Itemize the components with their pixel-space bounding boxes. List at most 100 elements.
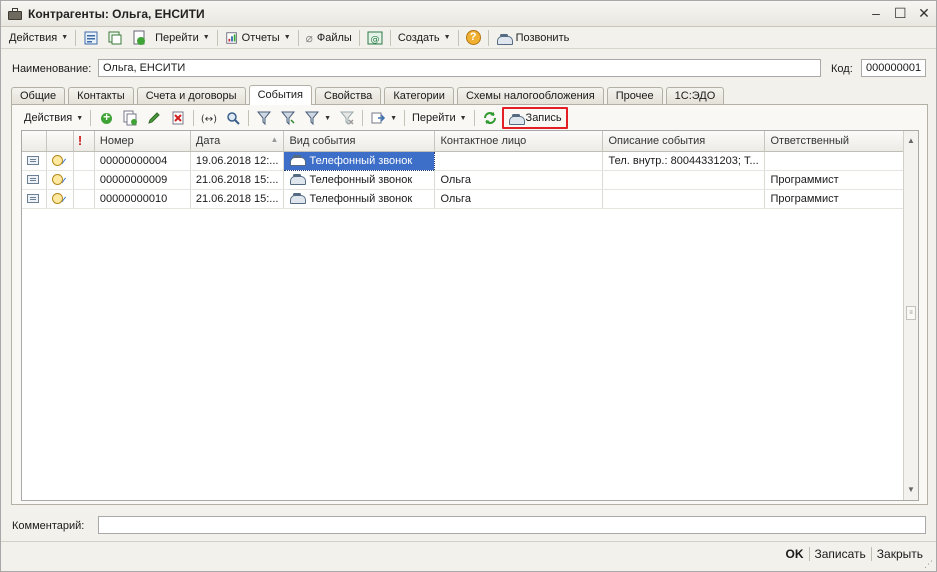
- tab-events[interactable]: События: [248, 85, 312, 105]
- search-button[interactable]: [221, 108, 245, 128]
- vertical-scrollbar[interactable]: ▲ ≡ ▼: [903, 131, 918, 500]
- clock-icon: [51, 192, 63, 204]
- column-header-contact[interactable]: Контактное лицо: [434, 131, 604, 152]
- toolbar-separator: [248, 110, 250, 126]
- comment-input[interactable]: [98, 516, 926, 534]
- files-button[interactable]: ⌀ Файлы: [302, 28, 356, 48]
- telephone-icon: [496, 33, 513, 45]
- row-date: 19.06.2018 12:...: [190, 151, 285, 171]
- column-header-status[interactable]: [46, 131, 74, 152]
- table-row[interactable]: ✓ 00000000010 21.06.2018 15:... Телефонн…: [22, 189, 914, 209]
- row-contact: [434, 151, 604, 171]
- hierarchy-icon: (↔): [201, 114, 217, 125]
- tab-categories[interactable]: Категории: [384, 87, 454, 105]
- close-form-button[interactable]: Закрыть: [872, 547, 928, 561]
- resize-grip-icon[interactable]: ⋰: [924, 559, 934, 569]
- table-row[interactable]: ✓ 00000000004 19.06.2018 12:... Телефонн…: [22, 150, 914, 171]
- footer-buttons: OK Записать Закрыть: [781, 547, 929, 561]
- events-table: ! Номер Дата ▲ Вид события Контактное лиц…: [21, 130, 919, 501]
- toolbar-separator: [473, 110, 475, 126]
- row-doc-icon-cell: [22, 151, 47, 171]
- name-input[interactable]: Ольга, ЕНСИТИ: [98, 59, 821, 77]
- telephone-icon: [289, 174, 307, 185]
- close-button[interactable]: ✕: [918, 6, 930, 20]
- sort-ascending-icon: ▲: [270, 134, 279, 144]
- filter-by-value-button[interactable]: [276, 108, 300, 128]
- help-button[interactable]: ?: [462, 28, 485, 48]
- email-button[interactable]: @: [363, 28, 387, 48]
- row-event-type[interactable]: Телефонный звонок: [283, 170, 436, 190]
- filter-button[interactable]: [252, 108, 276, 128]
- toolbar-separator: [358, 29, 360, 46]
- row-doc-icon-cell: [22, 189, 47, 209]
- tab-tax-schemes[interactable]: Схемы налогообложения: [456, 87, 604, 105]
- edit-button[interactable]: [142, 108, 166, 128]
- main-toolbar: Действия ▼ Перейти ▼ Отчеты ▼ ⌀ Файлы @ Созд…: [1, 27, 936, 49]
- row-doc-icon-cell: [22, 170, 47, 190]
- scroll-up-icon[interactable]: ▲: [904, 133, 918, 149]
- refresh-button[interactable]: [478, 108, 502, 128]
- row-status-cell: ✓: [46, 170, 74, 190]
- add-button[interactable]: [94, 108, 118, 128]
- row-responsible: Программист: [764, 189, 914, 209]
- filter-history-button[interactable]: ▼: [300, 108, 335, 128]
- reports-menu-button[interactable]: Отчеты ▼: [221, 28, 295, 48]
- actions-menu-button[interactable]: Действия ▼: [5, 28, 72, 48]
- send-menu-button[interactable]: ▼: [366, 108, 401, 128]
- maximize-button[interactable]: ☐: [894, 6, 907, 20]
- important-icon: !: [77, 133, 83, 149]
- create-menu-button[interactable]: Создать ▼: [394, 28, 455, 48]
- tab-general[interactable]: Общие: [11, 87, 66, 105]
- list-button[interactable]: [79, 28, 103, 48]
- column-header-date[interactable]: Дата ▲: [190, 131, 285, 152]
- row-date: 21.06.2018 15:...: [190, 189, 285, 209]
- copy-button[interactable]: [103, 28, 127, 48]
- briefcase-icon: [8, 7, 22, 20]
- scroll-thumb[interactable]: ≡: [906, 306, 916, 320]
- telephone-icon: [289, 155, 307, 166]
- ok-button[interactable]: OK: [781, 547, 809, 561]
- row-date: 21.06.2018 15:...: [190, 170, 285, 190]
- row-event-type[interactable]: Телефонный звонок: [283, 150, 436, 171]
- row-status-cell: ✓: [46, 151, 74, 171]
- minimize-button[interactable]: –: [870, 6, 882, 20]
- events-panel: Действия▼ (↔) ▼ ▼ Перейти▼ Запись: [11, 104, 928, 505]
- copy-icon: [123, 110, 138, 126]
- events-actions-menu-button[interactable]: Действия ▼: [20, 108, 87, 128]
- call-button[interactable]: Позвонить: [492, 28, 574, 48]
- clear-filter-icon: [340, 111, 355, 126]
- structure-button[interactable]: (↔): [197, 108, 221, 128]
- svg-text:(↔): (↔): [201, 114, 217, 125]
- record-button[interactable]: Запись: [501, 107, 568, 129]
- column-header-number[interactable]: Номер: [94, 131, 191, 152]
- row-event-type[interactable]: Телефонный звонок: [283, 189, 436, 209]
- goto-menu-button[interactable]: Перейти ▼: [151, 28, 214, 48]
- clear-filter-button[interactable]: [335, 108, 359, 128]
- events-goto-menu-button[interactable]: Перейти ▼: [408, 108, 471, 128]
- save-button[interactable]: Записать: [810, 547, 871, 561]
- table-row[interactable]: ✓ 00000000009 21.06.2018 15:... Телефонн…: [22, 170, 914, 190]
- tab-accounts[interactable]: Счета и договоры: [136, 87, 246, 105]
- delete-button[interactable]: [166, 108, 190, 128]
- column-header-responsible[interactable]: Ответственный: [764, 131, 914, 152]
- column-header-description[interactable]: Описание события: [602, 131, 766, 152]
- tab-other[interactable]: Прочее: [606, 87, 663, 105]
- name-label: Наименование:: [12, 63, 92, 75]
- column-header-important[interactable]: !: [73, 131, 95, 152]
- filter-value-icon: [281, 111, 296, 126]
- footer-divider: [1, 541, 936, 542]
- row-important-cell: [73, 189, 95, 209]
- refresh-icon: [483, 112, 496, 124]
- tab-contacts[interactable]: Контакты: [68, 87, 134, 105]
- events-toolbar: Действия▼ (↔) ▼ ▼ Перейти▼ Запись: [20, 107, 568, 129]
- tab-properties[interactable]: Свойства: [315, 87, 382, 105]
- tab-edo[interactable]: 1С:ЭДО: [665, 87, 725, 105]
- column-header-icon[interactable]: [22, 131, 47, 152]
- title-bar: Контрагенты: Ольга, ЕНСИТИ – ☐ ✕: [1, 1, 936, 27]
- column-header-event-type[interactable]: Вид события: [283, 131, 436, 152]
- copy-row-button[interactable]: [118, 108, 142, 128]
- scroll-down-icon[interactable]: ▼: [904, 482, 918, 498]
- code-input[interactable]: 000000001: [861, 59, 926, 77]
- refresh-doc-button[interactable]: [127, 28, 151, 48]
- row-number: 00000000004: [94, 151, 191, 171]
